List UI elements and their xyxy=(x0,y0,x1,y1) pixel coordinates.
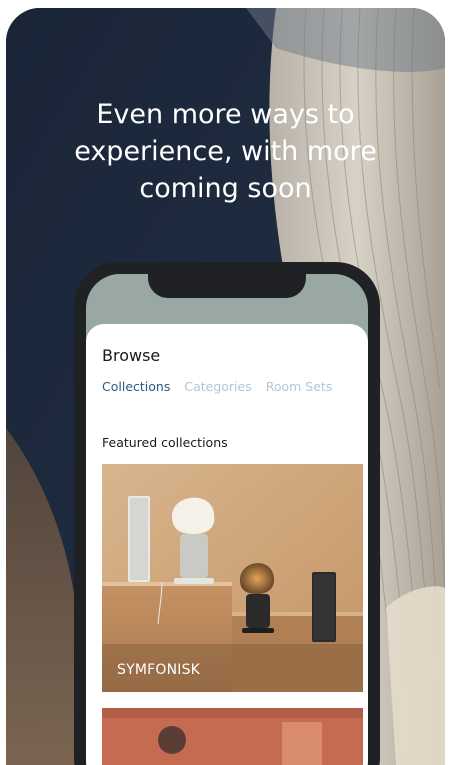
tab-room-sets[interactable]: Room Sets xyxy=(266,379,333,394)
page-title: Browse xyxy=(102,346,161,365)
phone-mockup: Browse Collections Categories Room Sets … xyxy=(74,262,380,765)
collection-image xyxy=(102,708,363,765)
phone-notch xyxy=(148,274,306,298)
tab-categories[interactable]: Categories xyxy=(184,379,251,394)
tab-collections[interactable]: Collections xyxy=(102,379,170,394)
headline-line: coming soon xyxy=(139,173,312,204)
phone-screen: Browse Collections Categories Room Sets … xyxy=(86,274,368,765)
collection-image xyxy=(102,464,363,692)
promo-card: Even more ways to experience, with more … xyxy=(6,8,445,765)
collection-card-next[interactable] xyxy=(102,708,363,765)
headline-line: Even more ways to xyxy=(96,99,355,130)
section-title: Featured collections xyxy=(102,435,228,450)
collection-label: SYMFONISK xyxy=(117,662,201,678)
headline-line: experience, with more xyxy=(74,136,377,167)
browse-tabs: Collections Categories Room Sets xyxy=(102,379,332,394)
collection-card-symfonisk[interactable]: SYMFONISK xyxy=(102,464,363,692)
promo-headline: Even more ways to experience, with more … xyxy=(6,96,445,207)
